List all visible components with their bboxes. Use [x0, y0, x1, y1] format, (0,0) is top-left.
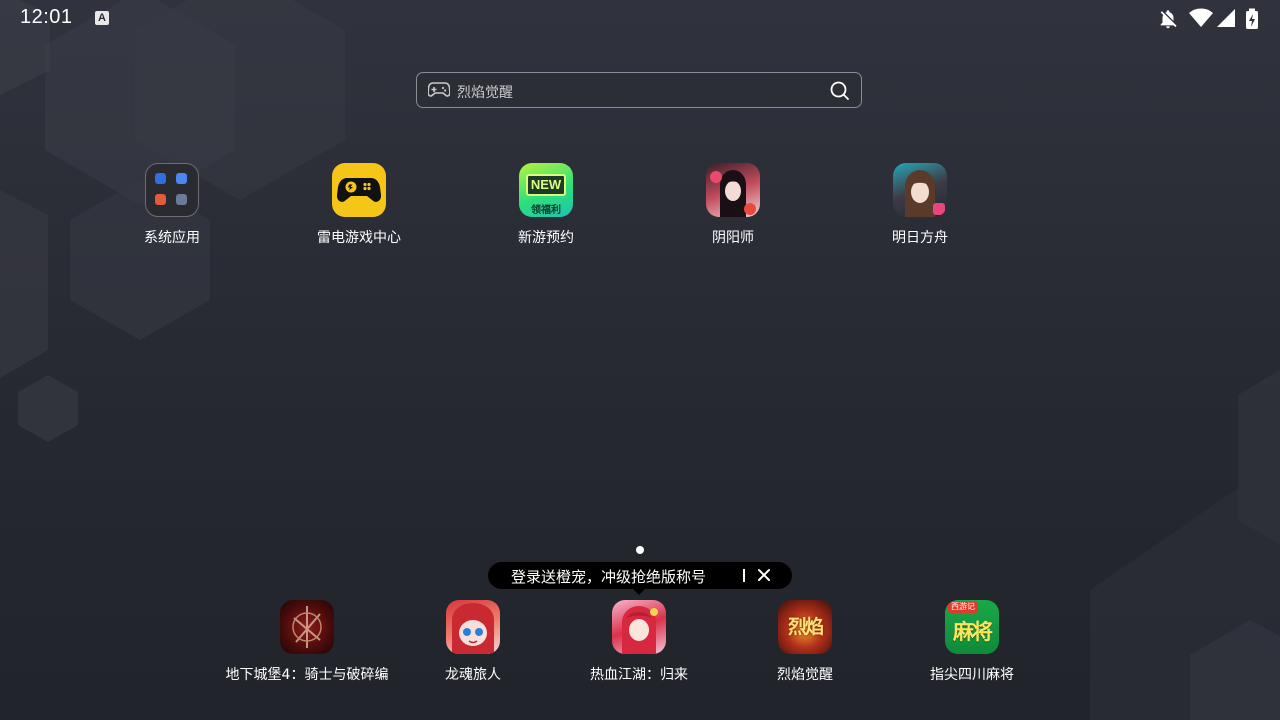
app-label: 烈焰觉醒: [777, 667, 833, 683]
battery-charging-icon: [1246, 8, 1258, 29]
app-label: 阴阳师: [712, 230, 754, 246]
home-screen: 12:01 A 烈焰觉醒 系统应用 雷电游戏中心 NEW 领福利 新游预约 阴阳…: [0, 0, 1280, 720]
cell-signal-icon: [1217, 9, 1235, 27]
app-label: 龙魂旅人: [445, 667, 501, 683]
promo-tooltip[interactable]: 登录送橙宠，冲级抢绝版称号: [488, 562, 792, 595]
page-indicator-dot: [636, 546, 644, 554]
arknights-icon: [893, 163, 947, 217]
lieyan-juexing-icon: 烈焰: [778, 600, 832, 654]
promo-divider: [743, 569, 745, 582]
new-badge: NEW: [526, 174, 566, 196]
app-label: 热血江湖：归来: [590, 667, 688, 683]
new-games-icon: NEW 领福利: [519, 163, 573, 217]
icon-text: 烈焰: [787, 616, 824, 638]
status-time: 12:01: [20, 6, 73, 28]
app-thunder-game-center[interactable]: 雷电游戏中心: [294, 163, 424, 247]
app-label: 地下城堡4：骑士与破碎编: [225, 667, 389, 683]
game-search-bar[interactable]: 烈焰觉醒: [416, 72, 862, 108]
notifications-off-icon: [1160, 10, 1177, 29]
app-new-games-reservation[interactable]: NEW 领福利 新游预约: [481, 163, 611, 247]
app-label: 雷电游戏中心: [317, 230, 401, 246]
onmyoji-icon: [706, 163, 760, 217]
gamepad-icon: [332, 163, 386, 217]
app-label: 明日方舟: [892, 230, 948, 246]
sichuan-mahjong-icon: 西游记 麻将: [945, 600, 999, 654]
icon-tag: 西游记: [948, 601, 978, 613]
promo-text: 登录送橙宠，冲级抢绝版称号: [511, 568, 707, 586]
search-icon[interactable]: [830, 81, 850, 101]
app-label: 指尖四川麻将: [930, 667, 1014, 683]
app-onmyoji[interactable]: 阴阳师: [668, 163, 798, 247]
app-system-apps-folder[interactable]: 系统应用: [107, 163, 237, 247]
dock-app-sichuan-mahjong[interactable]: 西游记 麻将 指尖四川麻将: [907, 600, 1037, 684]
dock-app-dragon-soul[interactable]: 龙魂旅人: [408, 600, 538, 684]
dock-app-rexue-jianghu[interactable]: 热血江湖：归来: [574, 600, 704, 684]
dock-app-dungeon-castle-4[interactable]: 地下城堡4：骑士与破碎编: [212, 600, 402, 684]
app-label: 系统应用: [144, 230, 200, 246]
app-arknights[interactable]: 明日方舟: [855, 163, 985, 247]
gamepad-icon: [428, 82, 450, 97]
folder-icon: [145, 163, 199, 217]
dragon-soul-icon: [446, 600, 500, 654]
dungeon-castle-icon: [280, 600, 334, 654]
notification-app-icon: A: [95, 11, 109, 25]
app-label: 新游预约: [518, 230, 574, 246]
welfare-badge: 领福利: [531, 205, 561, 216]
icon-text: 麻将: [953, 620, 993, 644]
dock-app-lieyan-juexing[interactable]: 烈焰 烈焰觉醒: [740, 600, 870, 684]
close-icon[interactable]: [756, 567, 772, 583]
rexue-jianghu-icon: [612, 600, 666, 654]
status-bar: 12:01 A: [0, 0, 1280, 36]
wifi-icon: [1189, 8, 1213, 27]
promo-pointer: [632, 588, 646, 595]
search-hint: 烈焰觉醒: [457, 85, 513, 101]
